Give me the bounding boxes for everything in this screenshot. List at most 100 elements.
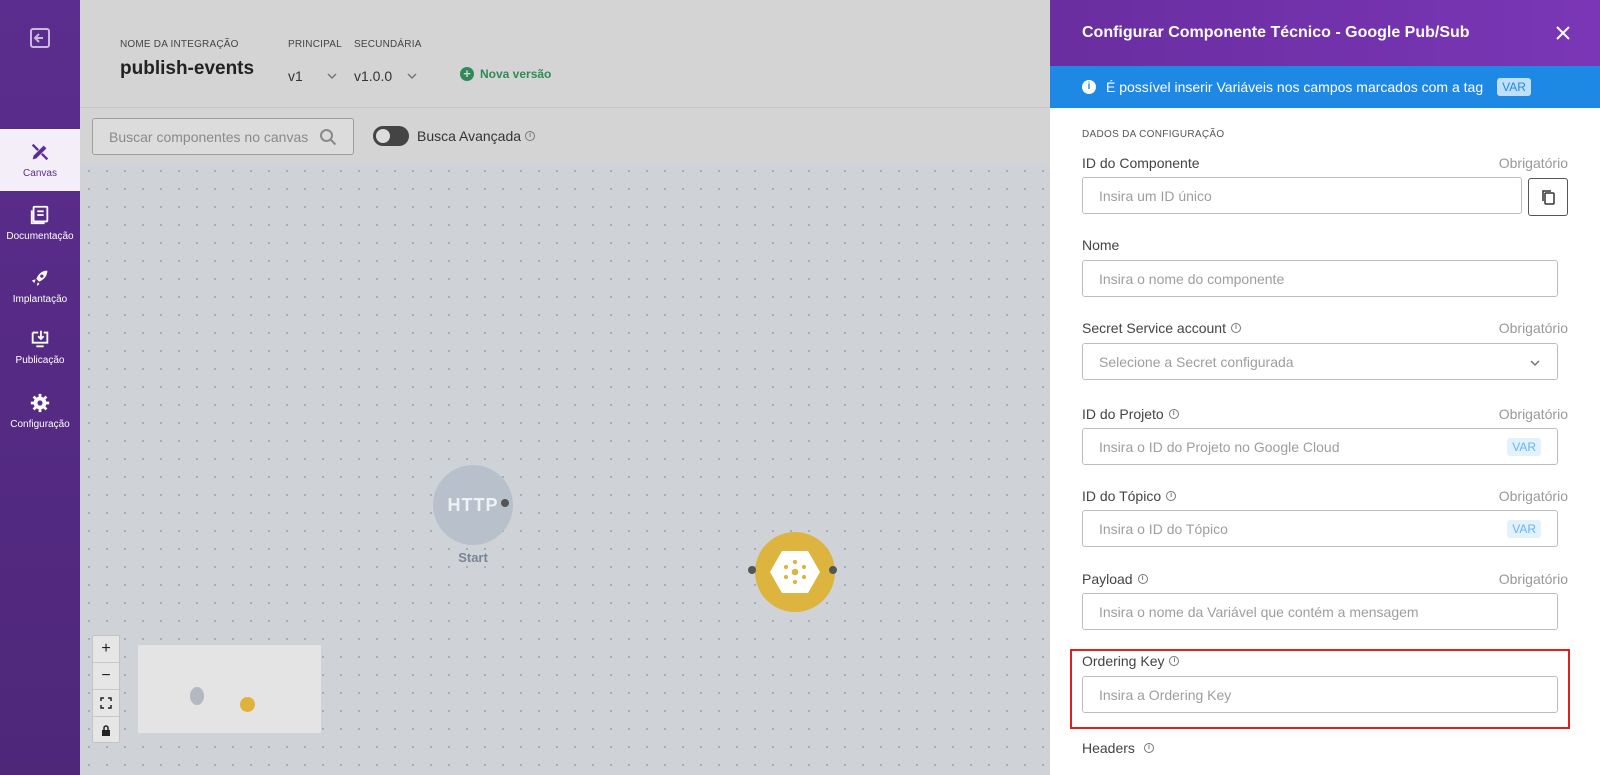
rocket-icon bbox=[31, 270, 48, 286]
http-node-label: Start bbox=[458, 550, 488, 565]
sidebar-item-configuracao[interactable]: Configuração bbox=[0, 380, 80, 442]
placeholder: Insira o nome da Variável que contém a m… bbox=[1099, 604, 1419, 620]
gear-icon bbox=[30, 393, 50, 413]
primary-version-label: PRINCIPAL bbox=[288, 39, 342, 50]
secondary-version-label: SECUNDÁRIA bbox=[354, 39, 422, 50]
minimap[interactable] bbox=[138, 645, 321, 733]
plus-circle-icon: + bbox=[460, 67, 474, 81]
secondary-version-select[interactable]: v1.0.0 bbox=[354, 68, 392, 84]
config-panel: Configurar Componente Técnico - Google P… bbox=[1050, 0, 1600, 775]
placeholder: Insira o ID do Projeto no Google Cloud bbox=[1099, 439, 1340, 455]
info-icon[interactable]: i bbox=[1137, 574, 1148, 584]
info-icon[interactable]: i bbox=[1166, 491, 1177, 501]
new-version-label: Nova versão bbox=[480, 67, 552, 81]
primary-version-select[interactable]: v1 bbox=[288, 68, 303, 84]
minimap-pubsub-node bbox=[240, 697, 255, 712]
advanced-search-label: Busca Avançada i bbox=[417, 128, 536, 144]
field-label-payload: Payload i bbox=[1082, 571, 1148, 587]
label-text: Secret Service account bbox=[1082, 320, 1226, 336]
var-tag: VAR bbox=[1507, 438, 1541, 456]
secret-select[interactable]: Selecione a Secret configurada bbox=[1082, 343, 1558, 380]
zoom-controls: + − bbox=[92, 635, 120, 743]
sidebar-item-label: Implantação bbox=[12, 294, 68, 305]
pubsub-node-output-port[interactable] bbox=[829, 566, 837, 574]
sidebar-item-implantacao[interactable]: Implantação bbox=[0, 255, 80, 317]
field-label-topic-id: ID do Tópico i bbox=[1082, 488, 1177, 504]
integration-header: NOME DA INTEGRAÇÃO publish-events PRINCI… bbox=[80, 0, 1050, 108]
label-text: ID do Tópico bbox=[1082, 488, 1162, 504]
publish-icon bbox=[31, 330, 49, 348]
field-label-project-id: ID do Projeto i bbox=[1082, 406, 1179, 422]
exit-icon[interactable] bbox=[28, 26, 52, 50]
canvas-search-input[interactable]: Buscar componentes no canvas bbox=[92, 118, 354, 155]
close-icon[interactable] bbox=[1556, 26, 1570, 40]
lock-button[interactable] bbox=[93, 717, 119, 744]
placeholder: Insira um ID único bbox=[1099, 188, 1212, 204]
label-text: ID do Projeto bbox=[1082, 406, 1164, 422]
pubsub-node[interactable] bbox=[755, 532, 835, 612]
info-icon[interactable]: i bbox=[525, 131, 536, 141]
info-icon[interactable]: i bbox=[1168, 409, 1179, 419]
placeholder: Insira o nome do componente bbox=[1099, 271, 1285, 287]
var-tag: VAR bbox=[1497, 78, 1531, 96]
placeholder: Selecione a Secret configurada bbox=[1099, 354, 1294, 370]
integration-name-label: NOME DA INTEGRAÇÃO bbox=[120, 39, 239, 50]
http-node-output-port[interactable] bbox=[501, 499, 509, 507]
payload-input[interactable]: Insira o nome da Variável que contém a m… bbox=[1082, 593, 1558, 630]
field-label-component-id: ID do Componente bbox=[1082, 155, 1200, 171]
component-id-input[interactable]: Insira um ID único bbox=[1082, 177, 1522, 214]
field-label-name: Nome bbox=[1082, 237, 1119, 253]
field-label-ordering-key: Ordering Key i bbox=[1082, 653, 1180, 669]
search-icon bbox=[320, 129, 337, 146]
field-label-secret: Secret Service account i bbox=[1082, 320, 1241, 336]
advanced-search-toggle[interactable] bbox=[373, 126, 409, 146]
fit-view-button[interactable] bbox=[93, 690, 119, 717]
canvas-icon bbox=[31, 143, 49, 161]
pubsub-node-input-port[interactable] bbox=[748, 566, 756, 574]
ordering-key-input[interactable]: Insira a Ordering Key bbox=[1082, 676, 1558, 713]
copy-icon bbox=[1542, 190, 1555, 205]
label-text: Payload bbox=[1082, 571, 1133, 587]
minimap-http-node bbox=[190, 687, 204, 705]
sidebar-item-documentacao[interactable]: Documentação bbox=[0, 192, 80, 254]
info-icon[interactable]: i bbox=[1169, 656, 1180, 666]
chevron-down-icon[interactable] bbox=[406, 70, 418, 82]
info-text: É possível inserir Variáveis nos campos … bbox=[1106, 79, 1484, 95]
advanced-search-text: Busca Avançada bbox=[417, 128, 522, 144]
chevron-down-icon[interactable] bbox=[326, 70, 338, 82]
info-icon[interactable]: i bbox=[1143, 743, 1154, 753]
zoom-in-button[interactable]: + bbox=[93, 636, 119, 663]
sidebar: Canvas Documentação Implantação Publicaç… bbox=[0, 0, 80, 775]
flow-canvas[interactable]: Buscar componentes no canvas Busca Avanç… bbox=[80, 108, 1050, 775]
book-icon bbox=[30, 205, 49, 225]
sidebar-item-label: Documentação bbox=[6, 231, 74, 242]
sidebar-item-publicacao[interactable]: Publicação bbox=[0, 316, 80, 378]
section-title: DADOS DA CONFIGURAÇÃO bbox=[1082, 129, 1225, 140]
panel-title: Configurar Componente Técnico - Google P… bbox=[1082, 24, 1470, 41]
required-indicator: Obrigatório bbox=[1498, 571, 1568, 587]
placeholder: Insira o ID do Tópico bbox=[1099, 521, 1228, 537]
label-text: ID do Componente bbox=[1082, 155, 1200, 171]
info-icon[interactable]: i bbox=[1230, 323, 1241, 333]
info-icon: i bbox=[1082, 80, 1096, 94]
sidebar-item-canvas[interactable]: Canvas bbox=[0, 129, 80, 191]
sidebar-item-label: Configuração bbox=[10, 419, 70, 430]
name-input[interactable]: Insira o nome do componente bbox=[1082, 260, 1558, 297]
required-indicator: Obrigatório bbox=[1498, 155, 1568, 171]
search-placeholder: Buscar componentes no canvas bbox=[109, 129, 309, 145]
new-version-button[interactable]: + Nova versão bbox=[460, 67, 551, 81]
sidebar-item-label: Publicação bbox=[15, 355, 65, 366]
label-text: Nome bbox=[1082, 237, 1120, 253]
canvas-toolbar: Buscar componentes no canvas Busca Avanç… bbox=[80, 108, 1050, 164]
label-text: Headers bbox=[1082, 740, 1135, 756]
label-text: Ordering Key bbox=[1082, 653, 1165, 669]
project-id-input[interactable]: Insira o ID do Projeto no Google Cloud V… bbox=[1082, 428, 1558, 465]
placeholder: Insira a Ordering Key bbox=[1099, 687, 1232, 703]
integration-name: publish-events bbox=[120, 58, 255, 79]
required-indicator: Obrigatório bbox=[1498, 488, 1568, 504]
topic-id-input[interactable]: Insira o ID do Tópico VAR bbox=[1082, 510, 1558, 547]
http-node-text: HTTP bbox=[447, 494, 499, 515]
copy-id-button[interactable] bbox=[1528, 178, 1568, 216]
required-indicator: Obrigatório bbox=[1498, 406, 1568, 422]
zoom-out-button[interactable]: − bbox=[93, 663, 119, 690]
